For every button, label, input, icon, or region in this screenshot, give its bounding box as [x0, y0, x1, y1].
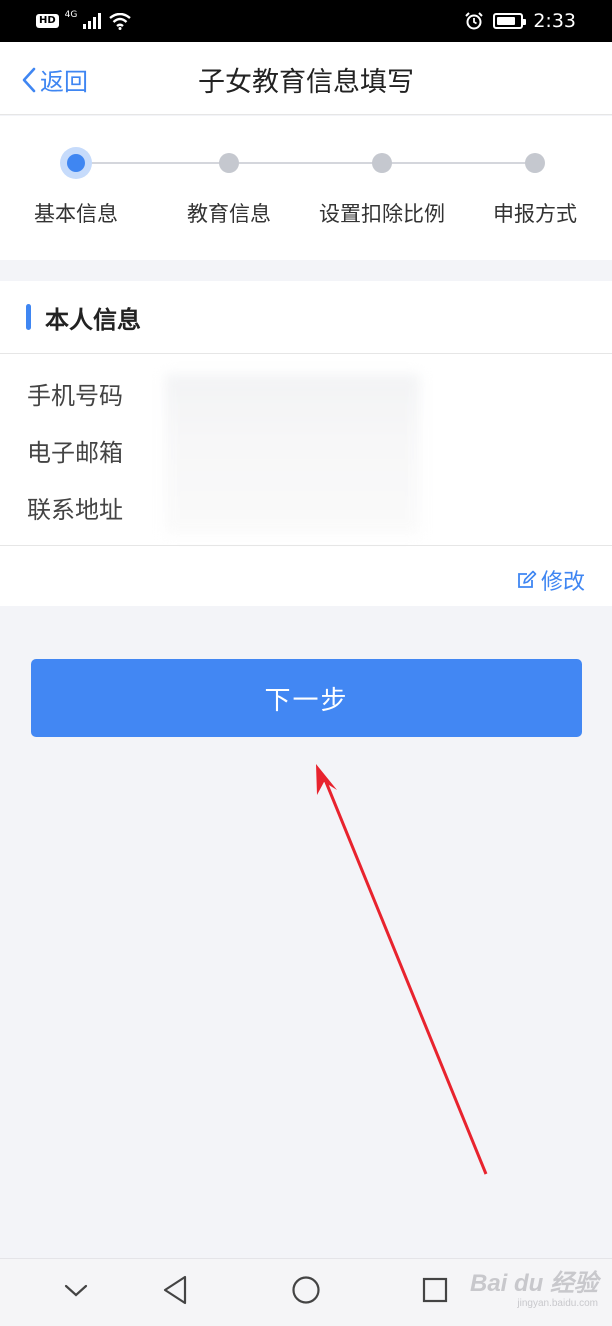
hd-badge: HD — [36, 14, 59, 28]
card-header: 本人信息 — [0, 281, 612, 354]
home-circle-icon[interactable] — [291, 1275, 321, 1305]
field-email-label: 电子邮箱 — [27, 439, 123, 467]
nav-header: 返回 子女教育信息填写 — [0, 42, 612, 115]
battery-icon — [493, 13, 527, 29]
step-label: 设置扣除比例 — [319, 202, 445, 226]
edit-button[interactable]: 修改 — [517, 564, 585, 596]
back-triangle-icon[interactable] — [162, 1275, 188, 1305]
edit-icon — [518, 570, 537, 588]
status-left: HD 4G — [36, 10, 132, 30]
personal-info-card: 本人信息 手机号码 电子邮箱 联系地址 — [0, 281, 612, 606]
step-dot — [525, 153, 545, 173]
info-fields: 手机号码 电子邮箱 联系地址 — [0, 354, 612, 546]
step-label: 基本信息 — [34, 202, 118, 226]
wifi-icon — [109, 12, 132, 30]
baidu-watermark: Bai du 经验 jingyan.baidu.com — [470, 1263, 598, 1309]
watermark-sub: jingyan.baidu.com — [517, 1298, 598, 1309]
step-indicator: 基本信息 教育信息 设置扣除比例 申报方式 — [0, 116, 612, 260]
status-bar: HD 4G 2:33 — [0, 0, 612, 42]
step-dot — [219, 153, 239, 173]
status-time: 2:33 — [533, 10, 576, 32]
page-title: 子女教育信息填写 — [198, 67, 414, 98]
step-label: 申报方式 — [493, 202, 577, 226]
signal-icon — [83, 13, 102, 29]
accent-bar — [26, 304, 31, 330]
recents-square-icon[interactable] — [422, 1277, 448, 1303]
chevron-down-icon[interactable] — [64, 1283, 88, 1299]
network-type: 4G — [64, 10, 78, 20]
step-dot-active — [60, 147, 92, 179]
blurred-values — [165, 374, 420, 534]
edit-label: 修改 — [540, 570, 585, 595]
watermark-main: Bai du 经验 — [469, 1270, 598, 1297]
step-label: 教育信息 — [187, 202, 271, 226]
field-phone-label: 手机号码 — [27, 382, 123, 410]
step-line — [76, 162, 536, 164]
status-right: 2:33 — [465, 10, 576, 32]
next-step-button[interactable]: 下一步 — [31, 659, 582, 737]
card-title: 本人信息 — [45, 305, 141, 334]
step-dot — [372, 153, 392, 173]
field-address-label: 联系地址 — [27, 496, 123, 524]
alarm-icon — [465, 12, 484, 30]
